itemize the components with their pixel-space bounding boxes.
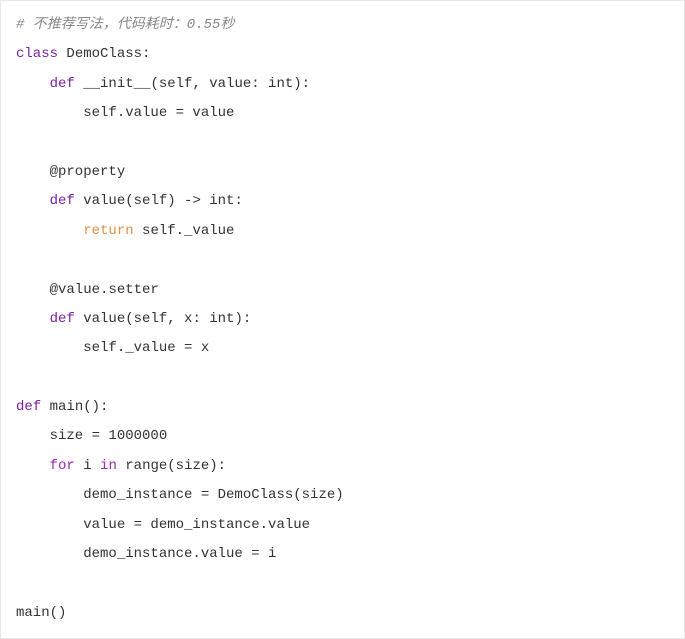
code-text: self._value = x [16, 340, 209, 356]
code-text: demo_instance = DemoClass(size) [16, 487, 344, 503]
code-text: i [75, 458, 100, 474]
code-text: size = 1000000 [16, 428, 167, 444]
code-text: self.value = value [16, 105, 234, 121]
python-code-block: # 不推荐写法，代码耗时：0.55秒 class DemoClass: def … [16, 11, 669, 628]
keyword-def: def [16, 399, 41, 415]
keyword-in: in [100, 458, 117, 474]
keyword-def: def [50, 311, 75, 327]
code-text: value(self) -> int: [75, 193, 243, 209]
code-text: DemoClass: [58, 46, 150, 62]
keyword-def: def [50, 193, 75, 209]
code-text: __init__(self, value: int): [75, 76, 310, 92]
code-text: main(): [41, 399, 108, 415]
code-text: self._value [134, 223, 235, 239]
keyword-class: class [16, 46, 58, 62]
code-text: value(self, x: int): [75, 311, 251, 327]
code-text: @property [16, 164, 125, 180]
code-text: range(size): [117, 458, 226, 474]
keyword-for: for [50, 458, 75, 474]
code-text: @value.setter [16, 282, 159, 298]
code-comment: # 不推荐写法，代码耗时：0.55秒 [16, 17, 234, 33]
code-text: value = demo_instance.value [16, 517, 310, 533]
keyword-def: def [50, 76, 75, 92]
code-text: main() [16, 605, 66, 621]
code-text: demo_instance.value = i [16, 546, 276, 562]
keyword-return: return [83, 223, 133, 239]
